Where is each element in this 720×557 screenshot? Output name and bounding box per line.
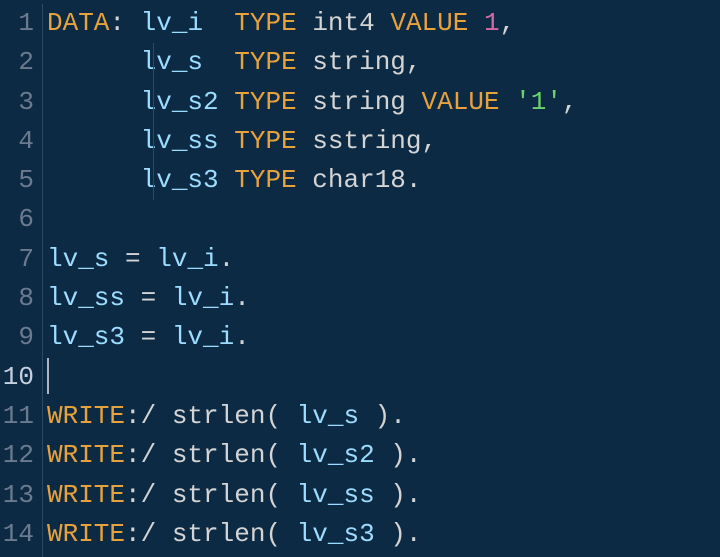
code-line-12[interactable]: WRITE:/ strlen( lv_s2 ). xyxy=(47,436,720,475)
type-name: int4 xyxy=(312,8,374,38)
line-number: 5 xyxy=(0,161,34,200)
code-line-9[interactable]: lv_s3 = lv_i. xyxy=(47,318,720,357)
function-call: strlen( xyxy=(172,440,297,470)
code-line-11[interactable]: WRITE:/ strlen( lv_s ). xyxy=(47,397,720,436)
identifier: lv_ss xyxy=(47,283,125,313)
line-number: 6 xyxy=(0,200,34,239)
line-number: 14 xyxy=(0,515,34,554)
keyword-write: WRITE xyxy=(47,519,125,549)
function-call: strlen( xyxy=(172,519,297,549)
keyword-type: TYPE xyxy=(234,47,296,77)
string-literal: '1' xyxy=(515,87,562,117)
code-line-6[interactable] xyxy=(47,200,720,239)
indent-guide xyxy=(153,43,154,200)
keyword-write: WRITE xyxy=(47,440,125,470)
code-line-4[interactable]: lv_ss TYPE sstring, xyxy=(47,122,720,161)
identifier: lv_s3 xyxy=(47,322,125,352)
line-number: 3 xyxy=(0,83,34,122)
identifier: lv_i xyxy=(172,283,234,313)
keyword-data: DATA xyxy=(47,8,109,38)
line-number: 7 xyxy=(0,240,34,279)
code-line-1[interactable]: DATA: lv_i TYPE int4 VALUE 1, xyxy=(47,4,720,43)
code-line-14[interactable]: WRITE:/ strlen( lv_s3 ). xyxy=(47,515,720,554)
keyword-type: TYPE xyxy=(234,87,296,117)
code-line-13[interactable]: WRITE:/ strlen( lv_ss ). xyxy=(47,476,720,515)
line-number: 12 xyxy=(0,436,34,475)
identifier: lv_i xyxy=(172,322,234,352)
line-number: 4 xyxy=(0,122,34,161)
line-number: 2 xyxy=(0,43,34,82)
line-number: 11 xyxy=(0,397,34,436)
text-cursor xyxy=(47,358,49,394)
type-name: string xyxy=(312,47,406,77)
keyword-type: TYPE xyxy=(234,8,296,38)
keyword-type: TYPE xyxy=(234,126,296,156)
keyword-type: TYPE xyxy=(234,165,296,195)
identifier: lv_i xyxy=(141,8,203,38)
keyword-write: WRITE xyxy=(47,401,125,431)
code-line-3[interactable]: lv_s2 TYPE string VALUE '1', xyxy=(47,83,720,122)
code-line-10[interactable] xyxy=(47,358,720,397)
type-name: sstring xyxy=(312,126,421,156)
code-line-8[interactable]: lv_ss = lv_i. xyxy=(47,279,720,318)
line-number: 8 xyxy=(0,279,34,318)
identifier: lv_s xyxy=(141,47,203,77)
identifier: lv_s3 xyxy=(297,519,375,549)
identifier: lv_ss xyxy=(297,480,375,510)
keyword-value: VALUE xyxy=(390,8,468,38)
code-line-5[interactable]: lv_s3 TYPE char18. xyxy=(47,161,720,200)
code-line-7[interactable]: lv_s = lv_i. xyxy=(47,240,720,279)
line-number: 9 xyxy=(0,318,34,357)
identifier: lv_s xyxy=(47,244,109,274)
type-name: string xyxy=(312,87,406,117)
function-call: strlen( xyxy=(172,401,297,431)
keyword-write: WRITE xyxy=(47,480,125,510)
code-line-2[interactable]: lv_s TYPE string, xyxy=(47,43,720,82)
code-area[interactable]: DATA: lv_i TYPE int4 VALUE 1, lv_s TYPE … xyxy=(42,4,720,557)
identifier: lv_i xyxy=(156,244,218,274)
line-number: 10 xyxy=(0,358,34,397)
keyword-value: VALUE xyxy=(422,87,500,117)
type-name: char18 xyxy=(312,165,406,195)
line-number: 13 xyxy=(0,476,34,515)
line-number: 1 xyxy=(0,4,34,43)
code-editor[interactable]: 1 2 3 4 5 6 7 8 9 10 11 12 13 14 DATA: l… xyxy=(0,0,720,557)
number-literal: 1 xyxy=(484,8,500,38)
identifier: lv_s2 xyxy=(297,440,375,470)
line-number-gutter: 1 2 3 4 5 6 7 8 9 10 11 12 13 14 xyxy=(0,4,42,557)
function-call: strlen( xyxy=(172,480,297,510)
identifier: lv_s xyxy=(297,401,359,431)
